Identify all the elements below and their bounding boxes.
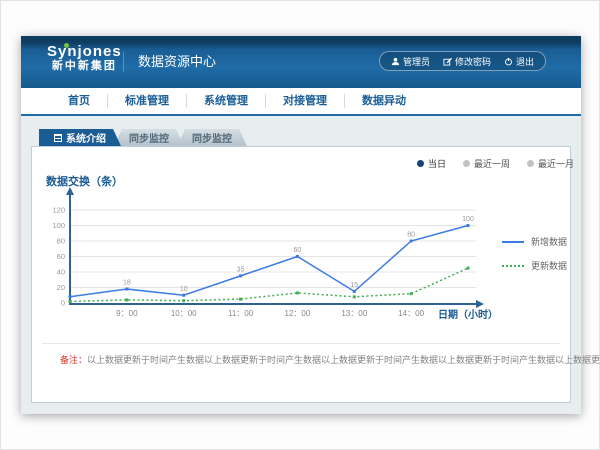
y-tick-40: 40 <box>57 268 65 277</box>
data-point-marker <box>125 288 128 291</box>
x-tick-2: 10：00 <box>171 309 197 318</box>
change-password-button[interactable]: 修改密码 <box>443 55 491 68</box>
x-tick-1: 9：00 <box>116 309 138 318</box>
note-divider <box>42 343 560 344</box>
user-icon <box>391 57 400 66</box>
logo-text: Synjones <box>47 44 122 60</box>
logo-subtext: 新中新集团 <box>47 60 122 73</box>
logout-icon <box>504 57 513 66</box>
app-header: Synjones 新中新集团 数据资源中心 管理员 修改密码 退出 <box>21 36 581 88</box>
main-nav: 首页标准管理系统管理对接管理数据异动 <box>21 88 581 116</box>
legend-line-sample <box>502 241 524 243</box>
tab-label: 系统介绍 <box>66 130 106 145</box>
page-title: 数据资源中心 <box>123 52 216 72</box>
data-point-marker <box>239 274 242 277</box>
edit-icon <box>443 57 452 66</box>
y-tick-120: 120 <box>52 206 65 215</box>
tab-label: 同步监控 <box>129 130 169 145</box>
data-point-marker <box>353 295 356 298</box>
logo: Synjones 新中新集团 <box>47 44 122 73</box>
tab-label: 同步监控 <box>192 130 232 145</box>
data-point-marker <box>353 290 356 293</box>
footnote-prefix: 备注： <box>60 355 87 365</box>
tab-3[interactable]: 同步监控 <box>177 129 247 146</box>
data-point-label: 15 <box>350 282 358 289</box>
nav-item-2[interactable]: 标准管理 <box>107 94 186 108</box>
nav-item-1[interactable]: 首页 <box>51 94 107 108</box>
radio-dot-icon <box>417 160 424 167</box>
data-point-marker <box>125 298 128 301</box>
data-point-marker <box>410 292 413 295</box>
legend-label: 新增数据 <box>531 235 567 248</box>
legend-item-1[interactable]: 新增数据 <box>502 235 567 248</box>
footnote: 备注：以上数据更新于时间产生数据以上数据更新于时间产生数据以上数据更新于时间产生… <box>60 353 600 366</box>
content-area: 系统介绍同步监控同步监控 当日最近一周最近一月 数据交换（条） 02040608… <box>21 116 581 414</box>
x-tick-3: 11：00 <box>228 309 254 318</box>
x-axis-title: 日期（小时） <box>438 306 498 321</box>
logo-accent-dot-icon <box>64 43 69 48</box>
y-tick-100: 100 <box>52 221 65 230</box>
x-tick-5: 13：00 <box>341 309 367 318</box>
data-point-label: 10 <box>180 286 188 293</box>
legend-item-2[interactable]: 更新数据 <box>502 259 567 272</box>
period-radio-3[interactable]: 最近一月 <box>527 157 574 170</box>
period-radio-label: 当日 <box>428 157 446 170</box>
data-point-label: 18 <box>123 280 131 287</box>
data-point-marker <box>69 300 72 303</box>
tab-bar: 系统介绍 同步监控 同步监控 <box>39 129 247 146</box>
period-radio-1[interactable]: 当日 <box>417 157 446 170</box>
data-point-label: 80 <box>407 232 415 239</box>
y-tick-80: 80 <box>57 237 65 246</box>
nav-item-4[interactable]: 对接管理 <box>265 94 344 108</box>
radio-dot-icon <box>463 160 470 167</box>
period-radio-label: 最近一周 <box>474 157 510 170</box>
period-radio-2[interactable]: 最近一周 <box>463 157 510 170</box>
document-icon <box>54 134 62 142</box>
data-point-label: 35 <box>237 266 245 273</box>
logout-label: 退出 <box>516 55 534 68</box>
change-password-label: 修改密码 <box>455 55 491 68</box>
y-tick-0: 0 <box>61 299 65 308</box>
user-menu-admin-label: 管理员 <box>403 55 430 68</box>
nav-item-5[interactable]: 数据异动 <box>344 94 423 108</box>
y-axis-arrow-icon <box>66 187 74 195</box>
data-point-label: 100 <box>462 216 474 223</box>
x-tick-6: 14：00 <box>398 309 424 318</box>
legend-line-sample <box>502 265 524 267</box>
data-point-marker <box>239 298 242 301</box>
data-point-marker <box>182 299 185 302</box>
data-point-marker <box>296 255 299 258</box>
y-tick-20: 20 <box>57 283 65 292</box>
app-window: Synjones 新中新集团 数据资源中心 管理员 修改密码 退出 首页标准管理… <box>21 36 581 414</box>
period-radio-label: 最近一月 <box>538 157 574 170</box>
x-tick-4: 12：00 <box>285 309 311 318</box>
footnote-text: 以上数据更新于时间产生数据以上数据更新于时间产生数据以上数据更新于时间产生数据以… <box>87 355 600 365</box>
period-filter-group: 当日 最近一周 最近一月 <box>417 157 574 170</box>
data-point-marker <box>296 291 299 294</box>
tab-1[interactable]: 系统介绍 <box>39 129 121 146</box>
data-point-marker <box>69 295 72 298</box>
logout-button[interactable]: 退出 <box>504 55 534 68</box>
nav-item-3[interactable]: 系统管理 <box>186 94 265 108</box>
y-tick-60: 60 <box>57 252 65 261</box>
tab-2[interactable]: 同步监控 <box>114 129 184 146</box>
data-point-marker <box>182 294 185 297</box>
legend-label: 更新数据 <box>531 259 567 272</box>
chart-legend: 新增数据更新数据 <box>502 235 567 272</box>
chart-panel: 当日最近一周最近一月 数据交换（条） 0204060801001209：0010… <box>31 146 571 403</box>
user-menu-admin[interactable]: 管理员 <box>391 55 430 68</box>
data-point-label: 60 <box>294 247 302 254</box>
data-point-marker <box>410 240 413 243</box>
data-point-marker <box>467 224 470 227</box>
data-point-marker <box>467 267 470 270</box>
user-menu: 管理员 修改密码 退出 <box>379 51 546 71</box>
radio-dot-icon <box>527 160 534 167</box>
